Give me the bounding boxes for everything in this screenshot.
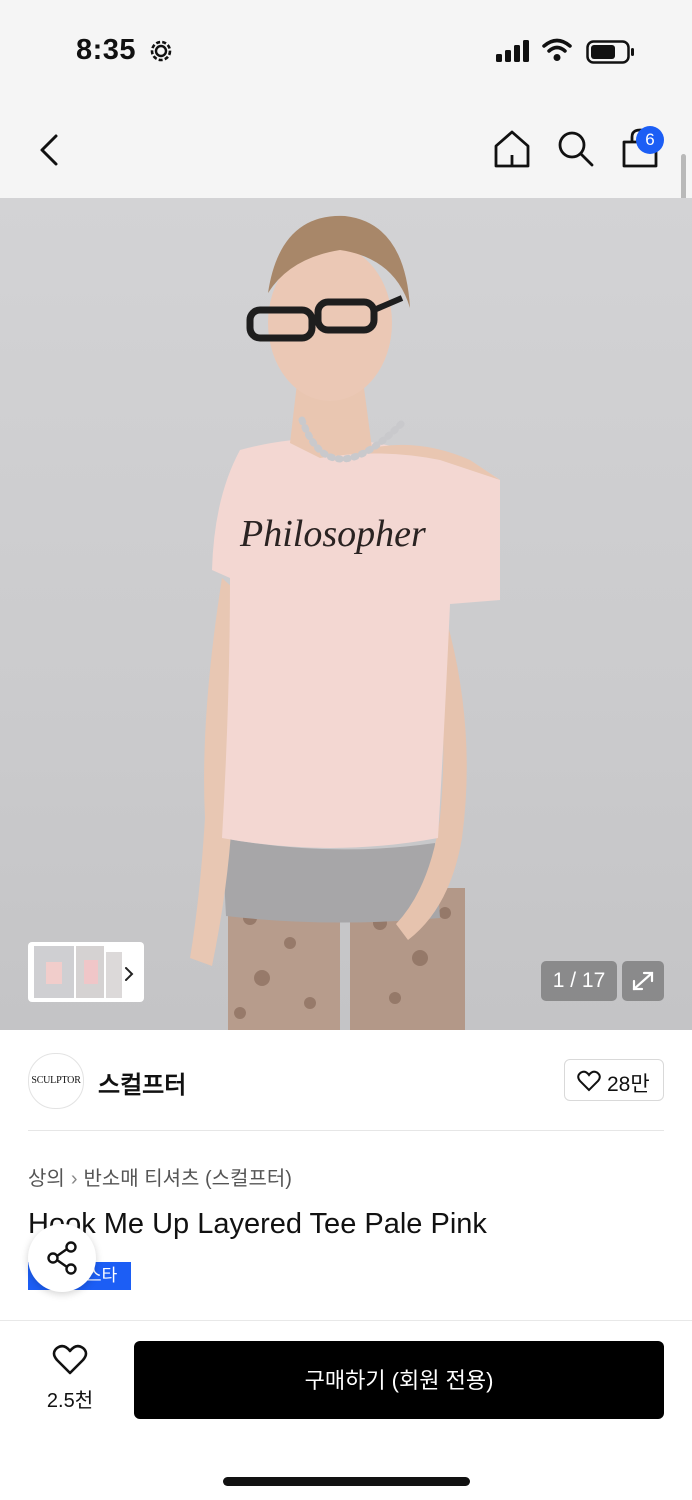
settings-gear-icon	[150, 40, 172, 62]
product-image[interactable]: Philosopher	[0, 198, 692, 1030]
svg-text:Philosopher: Philosopher	[239, 513, 426, 555]
bottom-bar-divider	[0, 1320, 692, 1321]
brand-logo-text: SCULPTOR	[31, 1075, 81, 1086]
expand-icon	[632, 971, 654, 991]
wifi-icon	[542, 38, 572, 61]
home-indicator	[223, 1477, 470, 1486]
thumbnail-strip[interactable]	[28, 942, 144, 1002]
model-photo: Philosopher	[190, 215, 500, 1030]
product-title: Hook Me Up Layered Tee Pale Pink	[28, 1208, 487, 1240]
breadcrumb-category[interactable]: 상의	[28, 1168, 65, 1190]
wishlist-count: 2.5천	[46, 1390, 94, 1412]
breadcrumb-chevron-icon: ›	[70, 1168, 78, 1190]
chevron-right-icon	[125, 967, 134, 981]
brand-name-link[interactable]: 스컬프터	[98, 1065, 186, 1100]
wishlist-button[interactable]: 2.5천	[36, 1344, 104, 1416]
section-divider	[28, 1130, 664, 1131]
breadcrumb: 상의 › 반소매 티셔츠 (스컬프터)	[28, 1162, 292, 1191]
back-arrow-icon[interactable]	[36, 130, 64, 170]
buy-button[interactable]: 구매하기 (회원 전용)	[134, 1341, 664, 1419]
heart-outline-icon	[577, 1070, 601, 1092]
battery-icon	[586, 40, 634, 64]
brand-like-button[interactable]: 28만	[564, 1059, 664, 1101]
brand-logo[interactable]: SCULPTOR	[28, 1053, 84, 1109]
share-icon	[47, 1241, 77, 1275]
home-icon[interactable]	[492, 128, 532, 170]
expand-fullscreen-button[interactable]	[622, 961, 664, 1001]
top-nav-bar	[0, 100, 692, 198]
image-counter: 1 / 17	[541, 961, 617, 1001]
cart-count-badge: 6	[636, 126, 664, 154]
heart-outline-icon	[52, 1344, 88, 1375]
thumbnail-images	[34, 946, 134, 998]
share-button[interactable]	[28, 1224, 96, 1292]
search-icon[interactable]	[556, 128, 596, 170]
brand-like-count: 28만	[607, 1073, 650, 1096]
breadcrumb-subcategory[interactable]: 반소매 티셔츠 (스컬프터)	[83, 1168, 291, 1190]
status-bar: 8:35	[0, 0, 692, 100]
status-time: 8:35	[76, 34, 137, 66]
cellular-signal-icon	[496, 40, 529, 62]
